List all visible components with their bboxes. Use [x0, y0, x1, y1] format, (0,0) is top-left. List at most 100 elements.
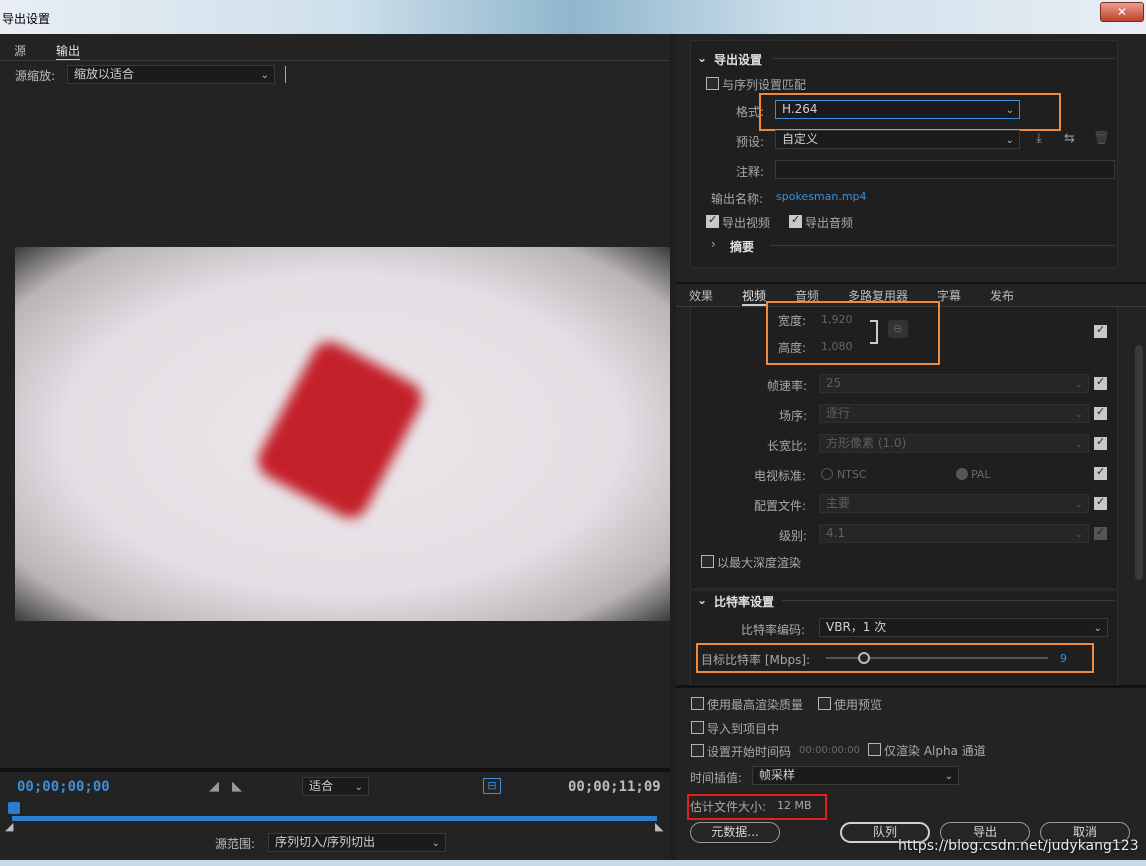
interpolation-select[interactable]: 帧采样 ⌄ — [752, 766, 959, 785]
filesize-highlight — [687, 794, 827, 820]
chevron-down-icon: ⌄ — [431, 838, 440, 849]
section-divider — [782, 600, 1115, 601]
field-order-checkbox[interactable] — [1094, 405, 1107, 420]
video-preview — [15, 247, 670, 621]
ntsc-label: NTSC — [837, 468, 867, 481]
output-name-link[interactable]: spokesman.mp4 — [776, 190, 867, 203]
timeline-track[interactable] — [12, 816, 657, 821]
source-range-select[interactable]: 序列切入/序列切出 ⌄ — [268, 833, 446, 852]
profile-select[interactable]: 主要 ⌄ — [819, 494, 1089, 513]
current-timecode[interactable]: 00;00;00;00 — [17, 779, 110, 795]
tab-source[interactable]: 源 — [14, 42, 26, 59]
preset-select[interactable]: 自定义 ⌄ — [775, 130, 1020, 149]
profile-checkbox[interactable] — [1094, 495, 1107, 510]
tab-video[interactable]: 视频 — [742, 287, 767, 306]
interpolation-label: 时间插值: — [690, 771, 743, 785]
chevron-down-icon: ⌄ — [1074, 409, 1083, 420]
comment-input[interactable] — [775, 160, 1115, 179]
start-timecode-checkbox[interactable] — [691, 744, 704, 757]
tab-effects[interactable]: 效果 — [689, 287, 713, 304]
use-preview-checkbox[interactable] — [818, 697, 831, 710]
fit-select[interactable]: 适合 ⌄ — [302, 777, 369, 796]
export-video-label: 导出视频 — [722, 216, 771, 230]
playhead-handle[interactable] — [8, 802, 20, 814]
chevron-down-icon: ⌄ — [944, 771, 953, 782]
start-timecode-label: 设置开始时间码 — [707, 745, 792, 759]
use-preview-label: 使用预览 — [834, 698, 883, 712]
collapse-chevron-icon[interactable]: ⌄ — [697, 593, 707, 607]
timeline-divider — [0, 768, 670, 772]
start-timecode-value[interactable]: 00:00:00:00 — [799, 745, 860, 756]
export-audio-checkbox[interactable] — [789, 213, 802, 228]
close-button[interactable]: ✕ — [1100, 2, 1144, 22]
import-preset-icon[interactable]: ⇆ — [1064, 131, 1075, 146]
source-scale-select[interactable]: 缩放以适合 ⌄ — [67, 65, 275, 84]
export-settings-title: 导出设置 — [714, 53, 763, 67]
source-range-label: 源范围: — [215, 837, 256, 851]
summary-divider — [770, 245, 1115, 246]
level-label: 级别: — [779, 529, 808, 543]
section-divider — [773, 58, 1115, 59]
chevron-down-icon: ⌄ — [1074, 439, 1083, 450]
bitrate-highlight — [696, 643, 1094, 673]
save-preset-icon[interactable]: ⤓ — [1036, 131, 1042, 146]
out-point-marker-icon[interactable]: ◣ — [655, 820, 663, 833]
bottom-divider — [676, 685, 1146, 688]
tab-output[interactable]: 输出 — [56, 42, 81, 61]
collapse-chevron-icon[interactable]: ⌄ — [697, 51, 707, 65]
source-range-value: 序列切入/序列切出 — [275, 835, 376, 849]
interpolation-value: 帧采样 — [759, 768, 796, 782]
comment-label: 注释: — [736, 165, 765, 179]
match-sequence-checkbox[interactable] — [706, 77, 719, 90]
source-scale-value: 缩放以适合 — [74, 67, 135, 81]
end-timecode: 00;00;11;09 — [568, 779, 661, 795]
tab-divider — [0, 60, 670, 61]
fps-label: 帧速率: — [767, 379, 808, 393]
summary-expand-icon[interactable]: › — [711, 237, 716, 251]
fps-select[interactable]: 25 ⌄ — [819, 374, 1089, 393]
tab-publish[interactable]: 发布 — [990, 287, 1014, 304]
set-in-point-icon[interactable]: ◢ — [209, 779, 219, 794]
red-card-image — [251, 335, 429, 525]
dimensions-checkbox[interactable] — [1094, 323, 1107, 338]
level-checkbox[interactable] — [1094, 525, 1107, 540]
fps-checkbox[interactable] — [1094, 375, 1107, 390]
window-title: 导出设置 — [2, 12, 51, 26]
field-order-select[interactable]: 逐行 ⌄ — [819, 404, 1089, 423]
bitrate-encoding-label: 比特率编码: — [741, 623, 806, 637]
watermark-text: https://blog.csdn.net/judykang123 — [898, 838, 1139, 854]
delete-preset-icon[interactable]: 🗑 — [1093, 131, 1110, 146]
preset-value: 自定义 — [782, 132, 819, 146]
in-point-marker-icon[interactable]: ◢ — [5, 820, 13, 833]
chevron-down-icon: ⌄ — [1074, 379, 1083, 390]
crop-toggle-icon[interactable]: ⊟ — [483, 778, 501, 794]
chevron-down-icon: ⌄ — [260, 70, 269, 81]
match-sequence-label: 与序列设置匹配 — [722, 78, 807, 92]
dimensions-highlight — [766, 301, 940, 365]
export-video-checkbox[interactable] — [706, 213, 719, 228]
max-depth-label: 以最大深度渲染 — [717, 556, 802, 570]
metadata-button[interactable]: 元数据... — [690, 822, 780, 843]
source-scale-label: 源缩放: — [15, 69, 56, 83]
max-render-checkbox[interactable] — [691, 697, 704, 710]
bitrate-encoding-select[interactable]: VBR，1 次 ⌄ — [819, 618, 1108, 637]
alpha-only-label: 仅渲染 Alpha 通道 — [884, 744, 986, 758]
aspect-value: 方形像素 (1.0) — [826, 436, 907, 450]
aspect-select[interactable]: 方形像素 (1.0) ⌄ — [819, 434, 1089, 453]
aspect-checkbox[interactable] — [1094, 435, 1107, 450]
max-depth-checkbox[interactable] — [701, 555, 714, 568]
level-select[interactable]: 4.1 ⌄ — [819, 524, 1089, 543]
tab-captions[interactable]: 字幕 — [937, 287, 961, 304]
profile-label: 配置文件: — [754, 499, 807, 513]
pal-radio[interactable] — [956, 468, 968, 480]
chevron-down-icon: ⌄ — [1074, 499, 1083, 510]
ntsc-radio[interactable] — [821, 468, 833, 480]
import-project-checkbox[interactable] — [691, 721, 704, 734]
chevron-down-icon: ⌄ — [1093, 623, 1102, 634]
settings-scrollbar[interactable] — [1135, 345, 1143, 580]
set-out-point-icon[interactable]: ◣ — [232, 779, 242, 794]
summary-title[interactable]: 摘要 — [730, 238, 754, 255]
tv-standard-checkbox[interactable] — [1094, 465, 1107, 480]
fps-value: 25 — [826, 376, 842, 390]
alpha-only-checkbox[interactable] — [868, 743, 881, 756]
